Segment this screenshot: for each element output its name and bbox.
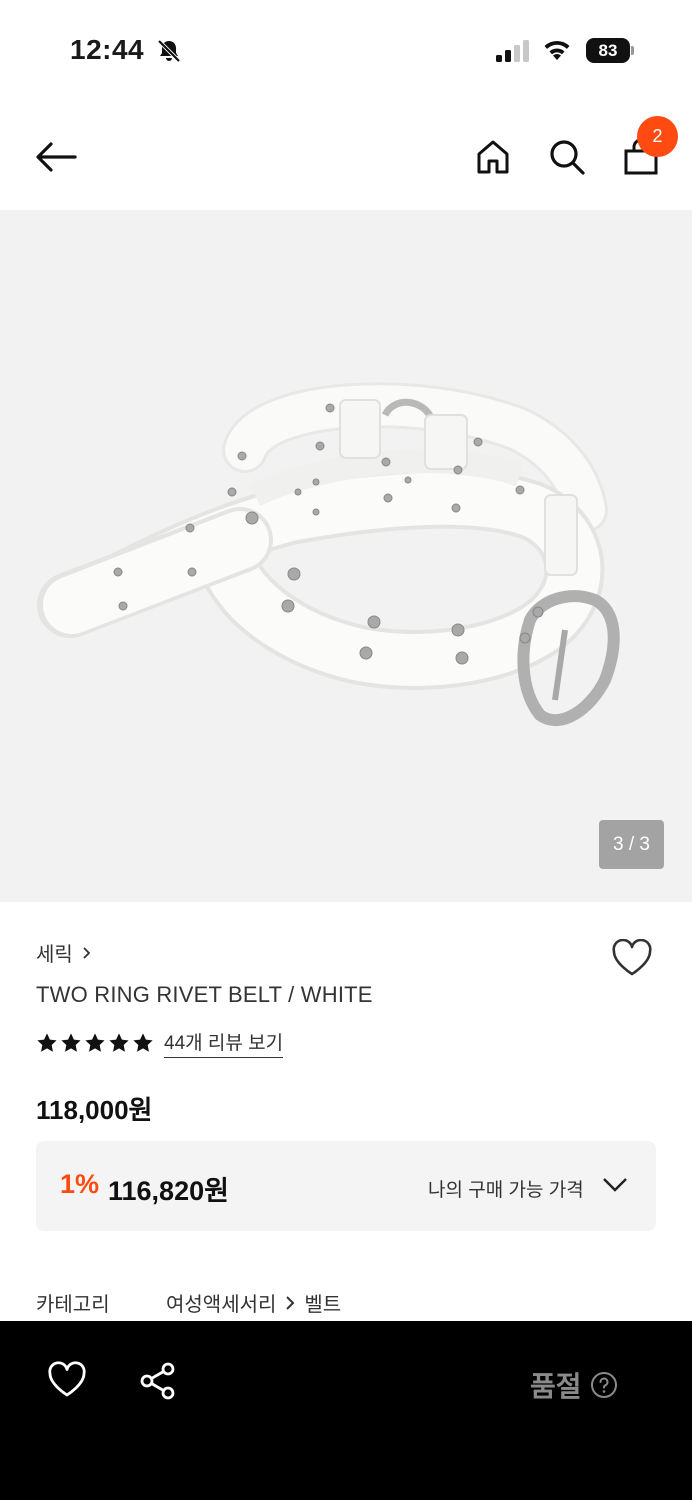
rating-stars — [36, 1032, 154, 1054]
image-counter-text: 3 / 3 — [613, 833, 650, 855]
brand-link[interactable]: 세릭 — [36, 938, 93, 967]
discount-price: 116,820원 — [108, 1176, 229, 1206]
star-icon — [109, 1033, 129, 1052]
star-icon — [61, 1033, 81, 1052]
top-navigation — [0, 100, 692, 210]
bottom-action-bar: 품절 — [0, 1321, 692, 1500]
category-breadcrumb: 여성액세서리 벨트 — [166, 1288, 341, 1317]
cellular-signal-icon — [496, 40, 529, 62]
wishlist-button[interactable] — [608, 936, 656, 980]
heart-outline-icon — [612, 939, 652, 976]
discount-rate: 1% — [60, 1169, 100, 1199]
home-icon — [477, 140, 509, 174]
battery-cap — [631, 46, 634, 55]
belt-product-image — [37, 382, 620, 726]
cart-count-badge: 2 — [637, 116, 678, 157]
my-price-dropdown[interactable]: 1% 116,820원 나의 구매 가능 가격 — [36, 1141, 656, 1231]
soldout-label: 품절 — [530, 1371, 582, 1402]
brand-name: 세릭 — [36, 944, 73, 966]
product-price: 118,000원 — [36, 1095, 153, 1125]
my-price-label: 나의 구매 가능 가격 — [428, 1180, 584, 1201]
reviews-link[interactable]: 44개 리뷰 보기 — [164, 1028, 284, 1058]
star-icon — [133, 1033, 153, 1052]
question-mark-icon[interactable] — [590, 1371, 618, 1399]
back-button[interactable] — [30, 134, 82, 180]
chevron-right-icon — [286, 1295, 295, 1310]
product-name: TWO RING RIVET BELT / WHITE — [36, 982, 373, 1007]
arrow-left-icon — [36, 142, 77, 172]
product-image-gallery[interactable]: 3 / 3 — [0, 210, 692, 902]
star-icon — [37, 1033, 57, 1052]
soldout-button[interactable]: 품절 — [530, 1365, 618, 1405]
status-time: 12:44 — [70, 34, 145, 65]
image-counter: 3 / 3 — [599, 820, 664, 869]
chevron-down-icon — [603, 1178, 627, 1192]
battery-level: 83 — [586, 38, 630, 63]
wifi-icon — [544, 40, 570, 60]
battery-indicator: 83 — [586, 38, 634, 63]
category-label: 카테고리 — [36, 1294, 110, 1316]
bell-muted-icon — [157, 39, 181, 63]
category-link-women-accessories[interactable]: 여성액세서리 — [166, 1288, 276, 1317]
search-icon — [550, 140, 585, 175]
rating-row: 44개 리뷰 보기 — [36, 1028, 284, 1058]
heart-outline-icon[interactable] — [46, 1361, 88, 1399]
share-icon[interactable] — [138, 1361, 178, 1401]
star-icon — [85, 1033, 105, 1052]
chevron-right-icon — [83, 946, 91, 959]
status-bar: 12:44 83 — [0, 0, 692, 100]
home-button[interactable] — [470, 134, 516, 180]
category-link-belt[interactable]: 벨트 — [304, 1288, 341, 1317]
search-button[interactable] — [544, 134, 590, 180]
category-row: 카테고리 여성액세서리 벨트 — [36, 1288, 341, 1317]
